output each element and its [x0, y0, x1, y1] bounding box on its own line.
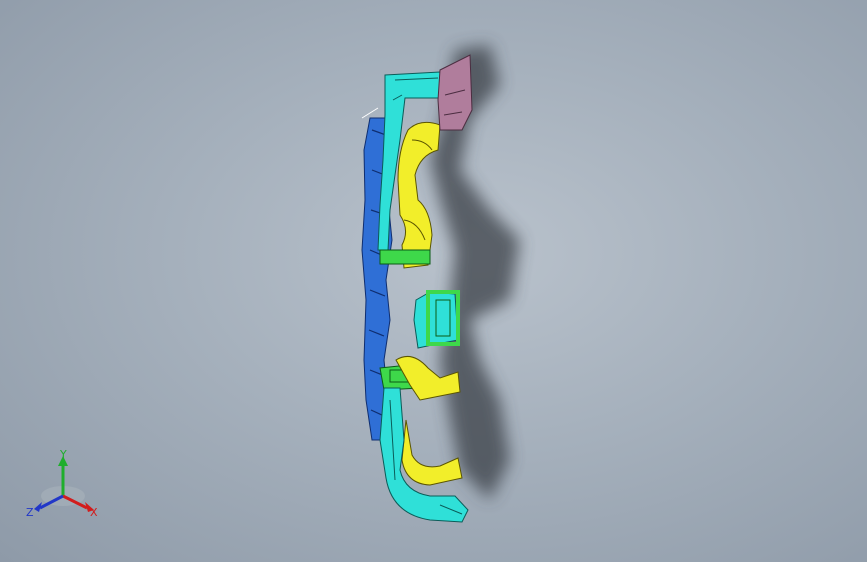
- upper-green-bracket[interactable]: [379, 249, 431, 265]
- middle-bracket-part[interactable]: [413, 290, 460, 349]
- orientation-triad[interactable]: Y X Z: [22, 448, 112, 528]
- x-axis-label: X: [90, 506, 98, 519]
- graphics-viewport[interactable]: Y X Z: [0, 0, 867, 562]
- edge-highlight: [361, 107, 379, 119]
- assembly-model[interactable]: [0, 0, 867, 562]
- z-axis-label: Z: [26, 506, 34, 519]
- mauve-mount-part[interactable]: [437, 54, 473, 131]
- y-axis-label: Y: [60, 448, 67, 461]
- upper-yellow-duct[interactable]: [397, 121, 441, 269]
